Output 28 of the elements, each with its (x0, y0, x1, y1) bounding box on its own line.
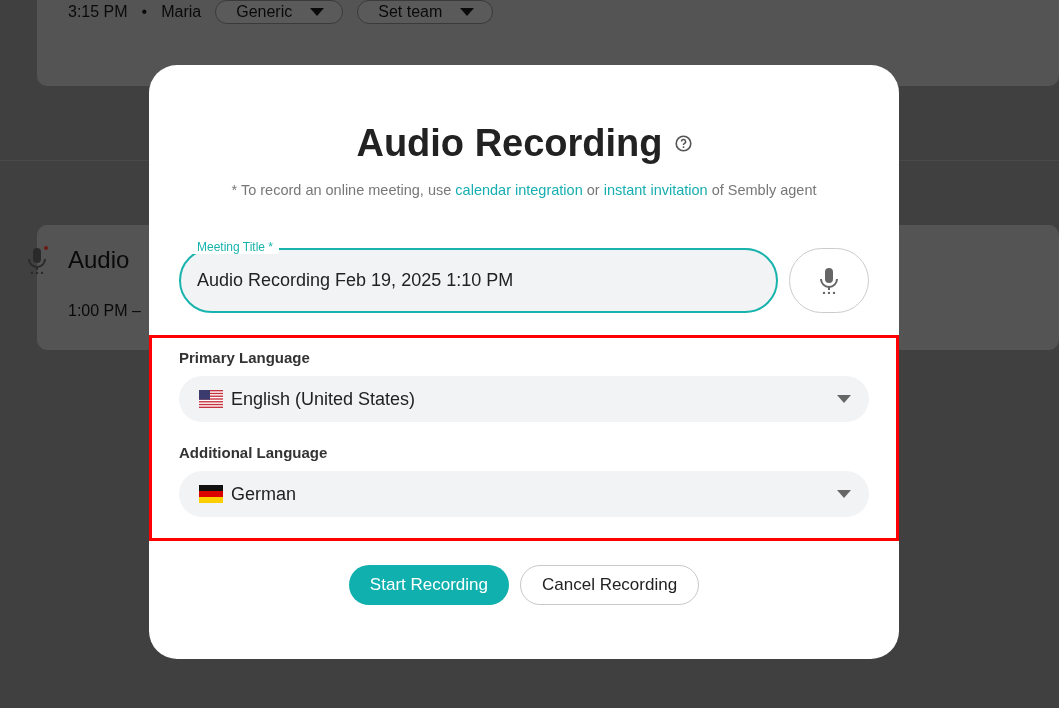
field-label: Additional Language (179, 444, 329, 461)
help-icon[interactable] (674, 135, 692, 152)
dropdown[interactable]: Generic (215, 0, 344, 24)
meeting-time: 1:00 PM – (68, 302, 141, 320)
owner-name: Maria (161, 3, 202, 21)
caret-icon (460, 8, 475, 16)
meeting-time: 3:15 PM (68, 3, 128, 21)
caret-icon (310, 8, 325, 16)
separator-dot: • (141, 3, 148, 21)
flag-icon (199, 485, 223, 503)
field-label: Meeting Title * (191, 240, 280, 254)
link[interactable]: instant invitation (603, 182, 708, 198)
recording-dot-icon (44, 246, 48, 250)
language-select[interactable]: German (179, 471, 869, 517)
dialog-title: Audio Recording (356, 122, 663, 165)
flag-icon (199, 390, 223, 408)
caret-icon (837, 490, 851, 498)
microphone-icon (820, 267, 838, 294)
cancel-recording-button[interactable]: Cancel Recording (520, 565, 700, 605)
meeting-title: Audio (68, 246, 130, 274)
microphone-icon (28, 248, 46, 274)
info-note: * To record an online meeting, use calendar integration or instant invitation of Sembly agent (230, 182, 818, 198)
dropdown[interactable]: Set team (357, 0, 494, 24)
field-label: Primary Language (179, 349, 311, 366)
link[interactable]: calendar integration (455, 182, 583, 198)
caret-icon (837, 395, 851, 403)
language-select[interactable]: English (United States) (179, 376, 869, 422)
start-recording-button[interactable]: Start Recording (348, 565, 509, 605)
